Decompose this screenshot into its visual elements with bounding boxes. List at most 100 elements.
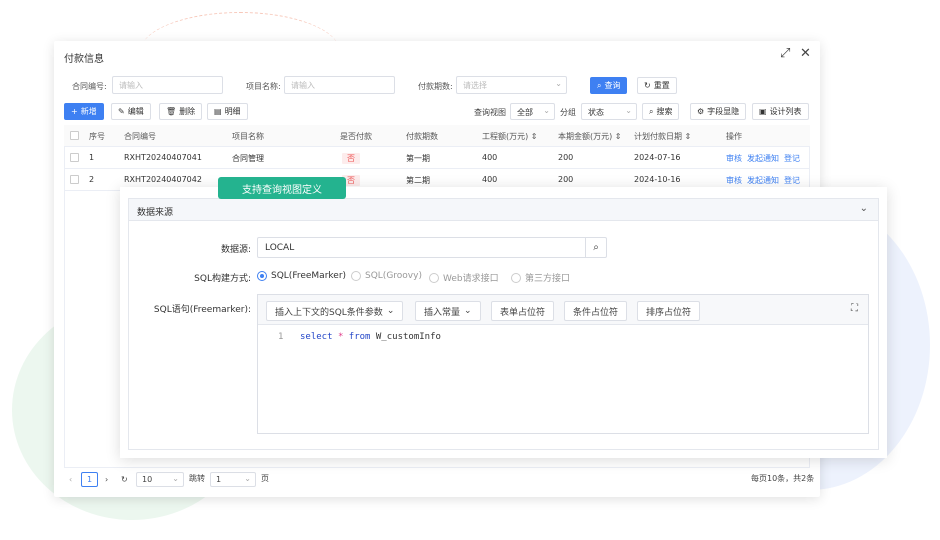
audit-link[interactable]: 审核 bbox=[726, 176, 742, 185]
query-view-label: 查询视图 bbox=[474, 108, 506, 117]
project-name-input[interactable]: 请输入 bbox=[284, 76, 395, 94]
chevron-down-icon: ⌄ bbox=[625, 106, 632, 115]
insert-context-param-label: 插入上下文的SQL条件参数 bbox=[275, 307, 383, 318]
sql-editor[interactable]: 插入上下文的SQL条件参数 ⌄ 插入常量 ⌄ 表单占位符 条件占位符 排序占位符 ⛶… bbox=[257, 294, 869, 434]
prev-page-icon[interactable]: ‹ bbox=[64, 472, 77, 487]
reset-button[interactable]: ↻ 重置 bbox=[637, 77, 677, 94]
radio-groovy-label: SQL(Groovy) bbox=[365, 271, 422, 281]
delete-button[interactable]: 🗑 删除 bbox=[159, 103, 203, 120]
detail-button[interactable]: ▤ 明细 bbox=[207, 103, 248, 120]
col-header-amount[interactable]: 工程额(万元) ⇕ bbox=[482, 131, 538, 142]
col-header-current[interactable]: 本期金额(万元) ⇕ bbox=[558, 131, 622, 142]
col-header-actions: 操作 bbox=[726, 132, 742, 141]
col-header-paid: 是否付款 bbox=[340, 132, 372, 141]
radio-web-request-label: Web请求接口 bbox=[443, 274, 499, 284]
detail-button-label: 明细 bbox=[224, 107, 241, 116]
audit-link[interactable]: 审核 bbox=[726, 154, 742, 163]
insert-context-param-button[interactable]: 插入上下文的SQL条件参数 ⌄ bbox=[266, 301, 404, 321]
code-line: select * from W_customInfo bbox=[300, 332, 441, 342]
jump-page-input[interactable]: 1 ⌄ bbox=[210, 472, 256, 487]
row-checkbox[interactable] bbox=[70, 175, 79, 184]
group-select[interactable]: 状态 ⌄ bbox=[581, 103, 637, 120]
close-icon[interactable]: ✕ bbox=[800, 46, 811, 61]
radio-freemarker-label: SQL(FreeMarker) bbox=[271, 271, 347, 281]
row-checkbox[interactable] bbox=[70, 153, 79, 162]
refresh-icon: ↻ bbox=[644, 81, 651, 90]
condition-placeholder-button[interactable]: 条件占位符 bbox=[564, 301, 628, 321]
field-visibility-button[interactable]: ⚙ 字段显隐 bbox=[690, 103, 747, 120]
col-header-no: 序号 bbox=[89, 132, 105, 141]
chevron-down-icon: ⌄ bbox=[244, 474, 251, 483]
group-value: 状态 bbox=[588, 108, 604, 117]
code-table-name: W_customInfo bbox=[375, 332, 441, 342]
form-placeholder-button[interactable]: 表单占位符 bbox=[491, 301, 555, 321]
section-header[interactable]: 数据来源 ⌄ bbox=[129, 199, 878, 221]
notify-link[interactable]: 发起通知 bbox=[747, 154, 779, 163]
table-row: 1 RXHT20240407041 合同管理 否 第一期 400 200 202… bbox=[64, 147, 810, 169]
chevron-down-icon: ⌄ bbox=[555, 79, 562, 88]
radio-third-party[interactable]: 第三方接口 bbox=[511, 271, 570, 284]
design-list-label: 设计列表 bbox=[769, 107, 802, 116]
datasource-section: 数据来源 ⌄ 数据源: LOCAL ⌕ SQL构建方式: SQL(FreeMar… bbox=[128, 198, 879, 450]
chevron-down-icon: ⌄ bbox=[386, 306, 395, 316]
contract-no-label: 合同编号: bbox=[72, 82, 107, 91]
radio-groovy[interactable]: SQL(Groovy) bbox=[351, 271, 422, 281]
chevron-down-icon[interactable]: ⌄ bbox=[860, 203, 868, 214]
sql-mode-label: SQL构建方式: bbox=[194, 274, 251, 284]
notify-link[interactable]: 发起通知 bbox=[747, 176, 779, 185]
add-button[interactable]: + 新增 bbox=[64, 103, 104, 120]
refresh-icon[interactable]: ↻ bbox=[116, 472, 133, 487]
next-page-icon[interactable]: › bbox=[100, 472, 113, 487]
datasource-input[interactable]: LOCAL ⌕ bbox=[257, 237, 607, 258]
delete-button-label: 删除 bbox=[179, 107, 196, 116]
design-list-button[interactable]: ▣ 设计列表 bbox=[752, 103, 809, 120]
search-icon: ⌕ bbox=[649, 106, 654, 116]
page-number-current[interactable]: 1 bbox=[81, 472, 99, 487]
gear-icon: ⚙ bbox=[697, 107, 705, 116]
sort-icon: ⇕ bbox=[530, 132, 538, 141]
cell-contract-no: RXHT20240407042 bbox=[124, 175, 202, 184]
edit-button-label: 编辑 bbox=[127, 107, 144, 116]
cell-no: 1 bbox=[89, 153, 95, 162]
jump-page-value: 1 bbox=[216, 475, 222, 484]
section-title: 数据来源 bbox=[137, 208, 174, 218]
payment-period-select[interactable]: 请选择 ⌄ bbox=[456, 76, 567, 94]
radio-freemarker[interactable]: SQL(FreeMarker) bbox=[257, 271, 346, 281]
edit-icon: ✎ bbox=[118, 107, 125, 116]
radio-dot-icon bbox=[257, 271, 267, 281]
col-header-project: 项目名称 bbox=[232, 132, 264, 141]
cell-paid: 否 bbox=[342, 153, 360, 164]
insert-constant-button[interactable]: 插入常量 ⌄ bbox=[415, 301, 481, 321]
code-operator: * bbox=[337, 332, 344, 342]
register-link[interactable]: 登记 bbox=[784, 154, 800, 163]
datasource-value: LOCAL bbox=[265, 243, 295, 253]
cell-current: 200 bbox=[558, 175, 574, 184]
col-header-period: 付款期数 bbox=[406, 132, 438, 141]
cell-actions: 审核 发起通知 登记 bbox=[726, 153, 805, 164]
contract-no-input[interactable]: 请输入 bbox=[112, 76, 223, 94]
sort-placeholder-button[interactable]: 排序占位符 bbox=[637, 301, 701, 321]
col-header-date-label: 计划付款日期 bbox=[634, 132, 682, 141]
search-icon[interactable]: ⌕ bbox=[585, 238, 606, 257]
col-header-date[interactable]: 计划付款日期 ⇕ bbox=[634, 131, 691, 142]
chevron-down-icon: ⌄ bbox=[172, 474, 179, 483]
search-button[interactable]: ⌕ 搜索 bbox=[642, 103, 680, 120]
cell-period: 第一期 bbox=[406, 154, 430, 163]
radio-dot-icon bbox=[429, 272, 439, 283]
query-button[interactable]: ⌕ 查询 bbox=[590, 77, 628, 94]
query-view-select[interactable]: 全部 ⌄ bbox=[510, 103, 555, 120]
query-view-value: 全部 bbox=[517, 108, 533, 117]
expand-icon[interactable]: ⤢ bbox=[780, 46, 790, 61]
search-icon: ⌕ bbox=[597, 80, 602, 90]
detail-icon: ▤ bbox=[214, 107, 222, 116]
project-name-label: 项目名称: bbox=[246, 82, 281, 91]
form-placeholder-label: 表单占位符 bbox=[500, 307, 546, 318]
select-all-checkbox[interactable] bbox=[70, 131, 79, 140]
fullscreen-icon[interactable]: ⛶ bbox=[851, 303, 858, 314]
page-size-select[interactable]: 10 ⌄ bbox=[136, 472, 184, 487]
register-link[interactable]: 登记 bbox=[784, 176, 800, 185]
cell-amount: 400 bbox=[482, 153, 498, 162]
edit-button[interactable]: ✎ 编辑 bbox=[111, 103, 151, 120]
radio-web-request[interactable]: Web请求接口 bbox=[429, 271, 499, 284]
query-button-label: 查询 bbox=[604, 81, 621, 90]
